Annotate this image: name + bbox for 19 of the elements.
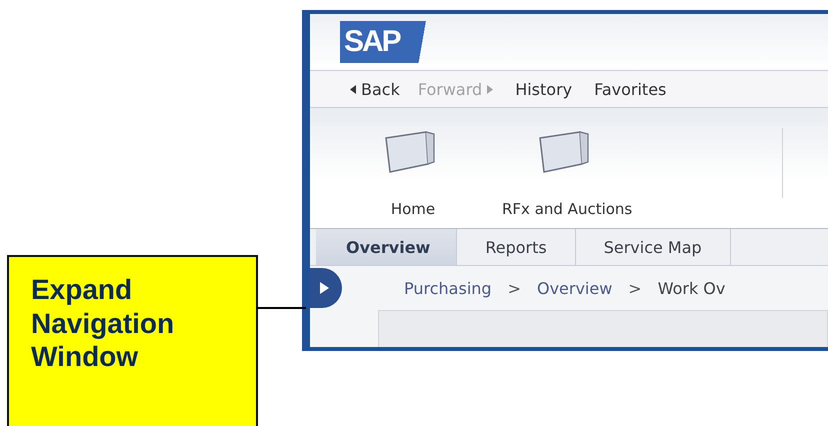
leader-line (256, 307, 306, 309)
expand-navigation-button[interactable] (310, 268, 342, 308)
tab[interactable]: Service Map (576, 229, 731, 265)
nav-menu-button[interactable]: History (515, 80, 572, 98)
left-triangle-icon (350, 84, 356, 94)
breadcrumb-link[interactable]: Overview (536, 278, 612, 298)
tab[interactable]: Reports (457, 229, 576, 265)
breadcrumb-separator: > (508, 278, 521, 298)
launch-item[interactable]: RFx and Auctions (502, 108, 632, 228)
nav-menu-button[interactable]: Favorites (594, 80, 666, 98)
tab[interactable]: Overview (316, 229, 458, 265)
breadcrumb-separator: > (628, 278, 642, 298)
breadcrumb-link[interactable]: Work Ov (658, 278, 726, 298)
breadcrumb-link[interactable]: Purchasing (404, 278, 492, 298)
play-icon (318, 281, 330, 295)
launch-item[interactable]: Home (382, 108, 444, 228)
nav-back-button[interactable]: Back (350, 80, 400, 98)
callout-text: Expand Navigation Window (30, 273, 176, 374)
right-triangle-icon (487, 84, 494, 94)
